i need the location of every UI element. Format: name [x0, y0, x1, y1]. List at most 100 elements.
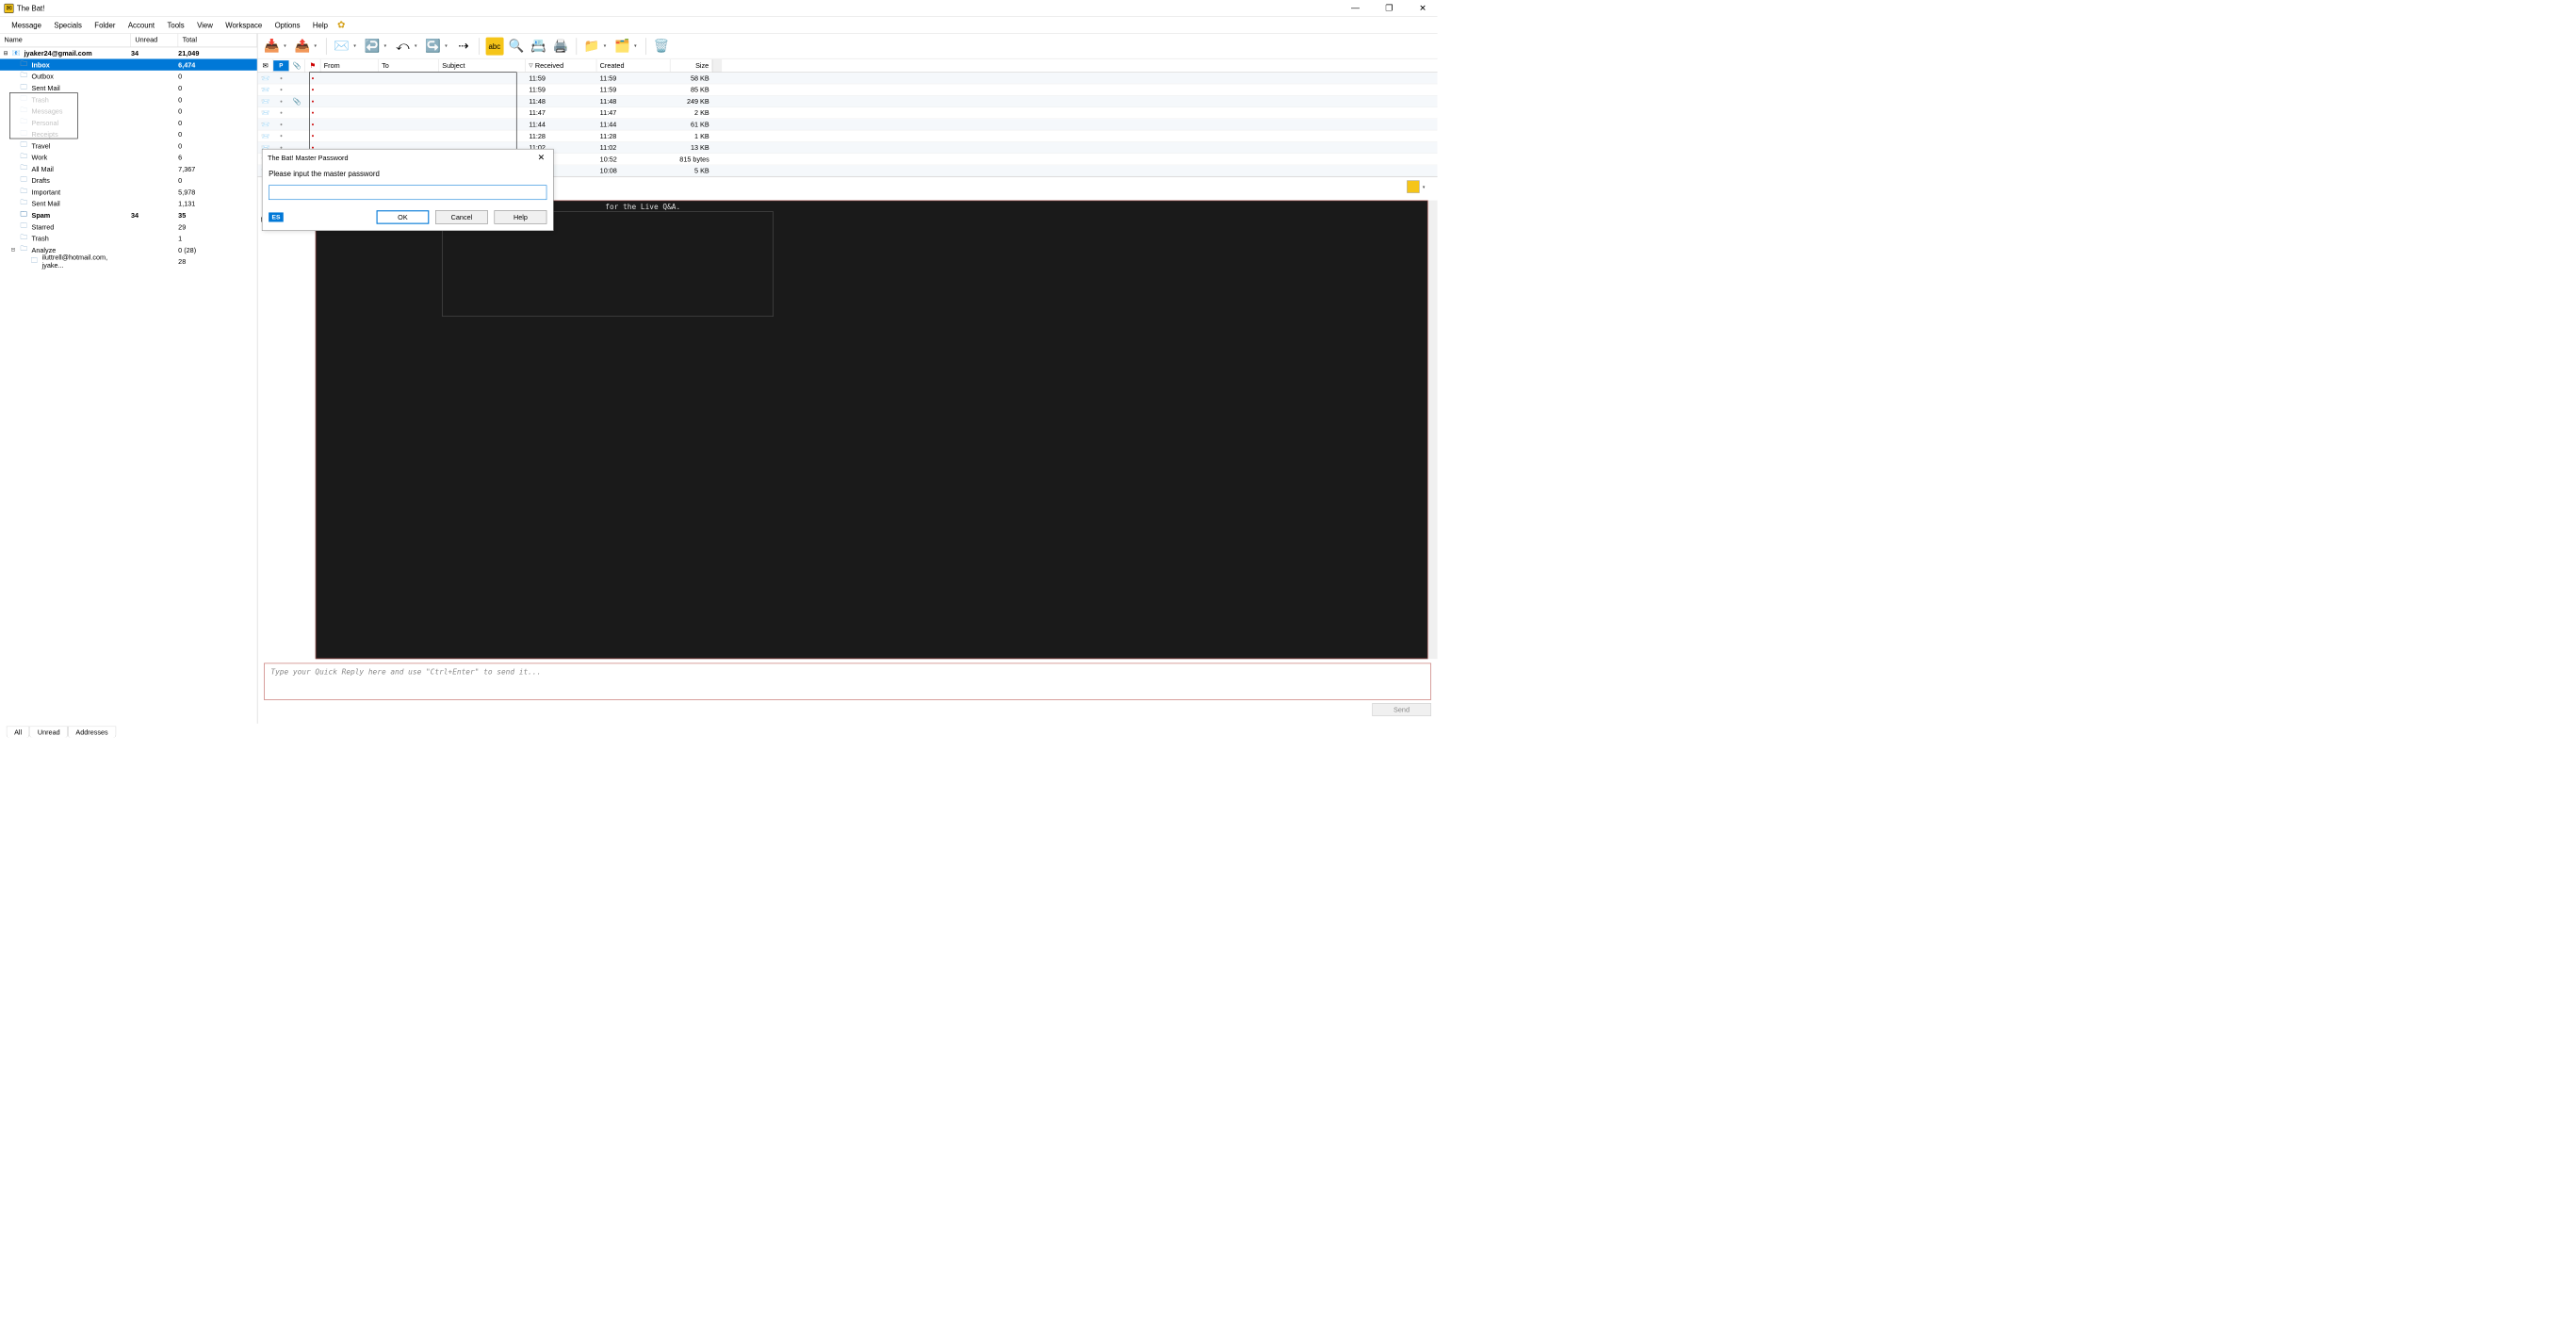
folder-row[interactable]: 🗀Trash0 — [0, 93, 257, 105]
folder-row[interactable]: 🗀All Mail7,367 — [0, 163, 257, 174]
menu-specials[interactable]: Specials — [49, 19, 88, 31]
copy-button[interactable]: 🗂️▼ — [612, 36, 641, 56]
tab-addresses[interactable]: Addresses — [68, 727, 116, 738]
folder-row[interactable]: 🗀Sent Mail1,131 — [0, 198, 257, 209]
folder-icon: 🗀 — [19, 130, 28, 139]
expand-icon[interactable]: ⊟ — [9, 247, 17, 253]
col-from[interactable]: From — [320, 59, 378, 72]
tab-all[interactable]: All — [7, 727, 30, 738]
tree-header-unread[interactable]: Unread — [131, 34, 178, 47]
folder-total: 6 — [178, 154, 257, 161]
message-row[interactable]: 📨●●11:5911:5958 KB — [257, 73, 1437, 84]
message-row[interactable]: 📨●●11:5911:5985 KB — [257, 84, 1437, 95]
folder-row[interactable]: 🗀Important5,978 — [0, 187, 257, 198]
row-received: 11:47 — [526, 107, 596, 118]
folder-row[interactable]: 🗀Starred29 — [0, 221, 257, 232]
row-size: 2 KB — [670, 107, 712, 118]
preview-flag-icon[interactable] — [1407, 180, 1419, 192]
attachment-panel[interactable]: 📄 Message.html 46 KB — [257, 201, 315, 660]
folder-row[interactable]: 🗀Work6 — [0, 152, 257, 163]
row-from — [320, 89, 378, 90]
account-row[interactable]: ⊟ 📧 jyaker24@gmail.com 34 21,049 — [0, 47, 257, 58]
folder-label: Work — [30, 154, 131, 161]
col-envelope-icon[interactable]: ✉ — [257, 59, 273, 72]
ok-button[interactable]: OK — [377, 210, 430, 224]
menu-view[interactable]: View — [192, 19, 219, 31]
reply-button[interactable]: ↩️▼ — [362, 36, 390, 56]
folder-row[interactable]: 🗀Inbox6,474 — [0, 58, 257, 70]
folder-row[interactable]: 🗀Outbox0 — [0, 71, 257, 82]
folder-row[interactable]: 🗀iluttrell@hotmail.com, jyake...28 — [0, 255, 257, 267]
spellcheck-button[interactable]: abc — [484, 36, 504, 56]
folder-total: 0 — [178, 141, 257, 149]
col-attachment-icon[interactable]: 📎 — [289, 59, 305, 72]
folder-row[interactable]: 🗀Spam3435 — [0, 209, 257, 221]
send-button[interactable]: Send — [1372, 703, 1431, 716]
redirect-button[interactable]: ⇢ — [453, 36, 473, 56]
close-button[interactable]: ✕ — [1412, 1, 1433, 16]
cancel-button[interactable]: Cancel — [435, 210, 488, 224]
new-message-button[interactable]: ✉️▼ — [332, 36, 360, 56]
col-received[interactable]: ▽Received — [526, 59, 596, 72]
quick-reply-input[interactable]: Type your Quick Reply here and use "Ctrl… — [264, 663, 1431, 700]
folder-row[interactable]: 🗀Sent Mail0 — [0, 82, 257, 93]
menu-account[interactable]: Account — [122, 19, 159, 31]
bottom-tabs: All Unread Addresses — [0, 724, 1438, 738]
row-size: 815 bytes — [670, 154, 712, 164]
col-parked-icon[interactable]: P — [273, 60, 289, 71]
tree-header-name[interactable]: Name — [0, 34, 131, 47]
col-flag-icon[interactable]: ⚑ — [305, 59, 321, 72]
master-password-input[interactable] — [269, 185, 546, 200]
row-attach-icon: 📎 — [289, 96, 305, 106]
preview-content[interactable]: for the Live Q&A. — [316, 201, 1428, 660]
folder-row[interactable]: 🗀Travel0 — [0, 139, 257, 151]
col-subject[interactable]: Subject — [439, 59, 526, 72]
col-size[interactable]: Size — [670, 59, 712, 72]
reply-all-button[interactable]: ⤺▼ — [393, 36, 421, 56]
folder-total: 7,367 — [178, 165, 257, 172]
receive-mail-button[interactable]: 📥▼ — [262, 36, 290, 56]
preview-dropdown[interactable]: ▼ — [1420, 185, 1428, 189]
help-button[interactable]: Help — [495, 210, 547, 224]
folder-row[interactable]: 🗀Drafts0 — [0, 174, 257, 186]
maximize-button[interactable]: ❐ — [1378, 1, 1399, 16]
minimize-button[interactable]: — — [1345, 1, 1365, 16]
expand-icon[interactable]: ⊟ — [2, 50, 9, 56]
tree-header-total[interactable]: Total — [178, 34, 257, 47]
move-button[interactable]: 📁▼ — [581, 36, 610, 56]
folder-row[interactable]: 🗀Personal0 — [0, 117, 257, 128]
col-to[interactable]: To — [379, 59, 439, 72]
col-created[interactable]: Created — [596, 59, 670, 72]
dialog-close-button[interactable]: ✕ — [534, 153, 547, 163]
language-badge[interactable]: ES — [269, 212, 284, 221]
folder-icon: 🗀 — [29, 257, 39, 266]
message-row[interactable]: 📨●●11:2811:281 KB — [257, 130, 1437, 141]
menu-folder[interactable]: Folder — [90, 19, 121, 31]
menu-workspace[interactable]: Workspace — [220, 19, 268, 31]
folder-total: 0 — [178, 176, 257, 184]
message-row[interactable]: 📨●●11:4711:472 KB — [257, 107, 1437, 119]
tab-unread[interactable]: Unread — [30, 727, 69, 738]
message-row[interactable]: 📨●●11:4411:4461 KB — [257, 119, 1437, 130]
folder-label: Important — [30, 188, 131, 195]
delete-button[interactable]: 🗑️ — [652, 36, 672, 56]
menu-tools[interactable]: Tools — [162, 19, 189, 31]
menu-options[interactable]: Options — [269, 19, 305, 31]
row-size: 1 KB — [670, 131, 712, 141]
send-mail-button[interactable]: 📤▼ — [292, 36, 320, 56]
menu-message[interactable]: Message — [7, 19, 47, 31]
folder-row[interactable]: 🗀Trash1 — [0, 233, 257, 244]
folder-row[interactable]: 🗀Receipts0 — [0, 128, 257, 139]
dialog-titlebar[interactable]: The Bat! Master Password ✕ — [262, 149, 553, 166]
forward-button[interactable]: ↪️▼ — [423, 36, 451, 56]
addressbook-button[interactable]: 📇 — [529, 36, 548, 56]
message-row[interactable]: 📨●📎●11:4811:48249 KB — [257, 96, 1437, 107]
print-button[interactable]: 🖨️ — [551, 36, 571, 56]
gear-icon[interactable]: ✿ — [337, 20, 345, 31]
titlebar: ✉ The Bat! — ❐ ✕ — [0, 0, 1438, 17]
menu-help[interactable]: Help — [307, 19, 333, 31]
folder-row[interactable]: 🗀Messages0 — [0, 106, 257, 117]
search-button[interactable]: 🔍 — [507, 36, 527, 56]
row-to — [379, 89, 439, 90]
row-envelope-icon: 📨 — [257, 85, 273, 95]
